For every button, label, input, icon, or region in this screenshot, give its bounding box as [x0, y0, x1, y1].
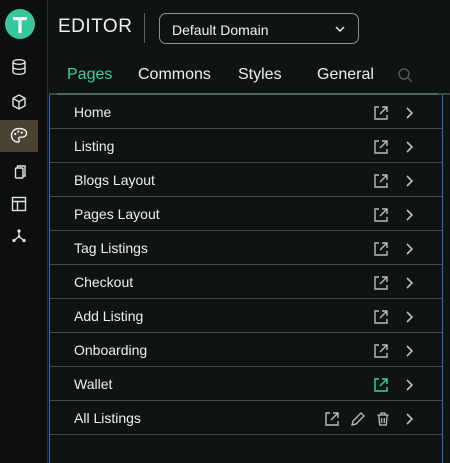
search-icon[interactable]	[397, 67, 413, 83]
chevron-right-icon[interactable]	[402, 410, 416, 428]
sidebar-graph-button[interactable]	[0, 220, 38, 252]
database-icon	[12, 59, 26, 76]
page-label: Onboarding	[74, 342, 148, 358]
page-label: Add Listing	[74, 308, 144, 324]
external-link-icon[interactable]	[372, 274, 390, 292]
page-label: Wallet	[74, 376, 113, 392]
layout-icon	[11, 196, 27, 212]
list-item[interactable]: Listing	[50, 129, 442, 163]
chevron-right-icon[interactable]	[402, 104, 416, 122]
app-logo[interactable]	[5, 9, 35, 39]
sidebar-database-button[interactable]	[0, 51, 38, 83]
chevron-right-icon[interactable]	[402, 240, 416, 258]
external-link-icon[interactable]	[372, 172, 390, 190]
pages-list: Home Listing Blogs Layout Pages Layout T…	[49, 95, 443, 463]
tab-pages[interactable]: Pages	[67, 66, 112, 84]
page-label: Pages Layout	[74, 206, 160, 222]
external-link-icon[interactable]	[372, 240, 390, 258]
domain-select-value: Default Domain	[172, 22, 269, 38]
external-link-icon[interactable]	[372, 206, 390, 224]
external-link-icon[interactable]	[372, 308, 390, 326]
chevron-right-icon[interactable]	[402, 342, 416, 360]
list-item[interactable]: Add Listing	[50, 299, 442, 333]
chevron-right-icon[interactable]	[402, 206, 416, 224]
sidebar-cube-button[interactable]	[0, 86, 38, 118]
external-link-icon[interactable]	[372, 104, 390, 122]
sidebar-rail	[0, 0, 48, 463]
header-divider	[144, 13, 145, 43]
list-item[interactable]: Onboarding	[50, 333, 442, 367]
chevron-right-icon[interactable]	[402, 376, 416, 394]
page-label: All Listings	[74, 410, 141, 426]
page-label: Tag Listings	[74, 240, 148, 256]
chevron-right-icon[interactable]	[402, 308, 416, 326]
chevron-right-icon[interactable]	[402, 172, 416, 190]
external-link-icon[interactable]	[372, 342, 390, 360]
chevron-right-icon[interactable]	[402, 138, 416, 156]
page-label: Home	[74, 104, 112, 120]
tab-general[interactable]: General	[317, 66, 374, 84]
external-link-icon[interactable]	[323, 410, 341, 428]
list-item[interactable]: Wallet	[50, 367, 442, 401]
chevron-right-icon[interactable]	[402, 274, 416, 292]
logo-t-icon	[13, 17, 27, 33]
trash-icon[interactable]	[374, 410, 392, 428]
list-item[interactable]: Blogs Layout	[50, 163, 442, 197]
copy-icon	[14, 165, 26, 179]
page-label: Checkout	[74, 274, 134, 290]
editor-header: EDITOR Default Domain	[49, 0, 450, 57]
editor-tabs: Pages Commons Styles General	[49, 57, 450, 95]
list-item[interactable]: All Listings	[50, 401, 442, 435]
graph-icon	[12, 229, 26, 243]
page-label: Blogs Layout	[74, 172, 155, 188]
cube-icon	[12, 94, 26, 110]
list-item[interactable]: Tag Listings	[50, 231, 442, 265]
external-link-icon[interactable]	[372, 138, 390, 156]
list-item[interactable]: Checkout	[50, 265, 442, 299]
palette-icon	[10, 127, 28, 143]
app-title: EDITOR	[58, 16, 133, 37]
list-item[interactable]: Pages Layout	[50, 197, 442, 231]
domain-select[interactable]: Default Domain	[159, 13, 359, 44]
page-label: Listing	[74, 138, 115, 154]
sidebar-layout-button[interactable]	[0, 188, 38, 220]
sidebar-copy-button[interactable]	[0, 156, 38, 188]
tab-styles[interactable]: Styles	[238, 66, 282, 84]
sidebar-palette-button[interactable]	[0, 120, 38, 152]
tab-commons[interactable]: Commons	[138, 66, 211, 84]
chevron-down-icon	[335, 26, 345, 33]
external-link-icon[interactable]	[372, 376, 390, 394]
list-item[interactable]: Home	[50, 95, 442, 129]
pencil-icon[interactable]	[349, 410, 367, 428]
